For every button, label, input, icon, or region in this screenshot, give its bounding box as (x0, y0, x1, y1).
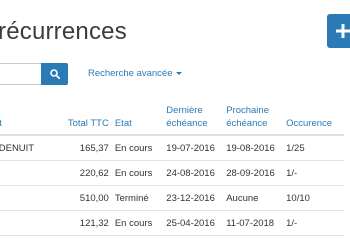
page-title: récurrences (0, 18, 127, 45)
table-header-row: ot Total TTC Etat Dernièreéchéance Proch… (0, 104, 344, 136)
row-derniere: 24-08-2016 (166, 160, 227, 186)
col-header-etat[interactable]: Etat (114, 104, 167, 136)
row-total: 510,00 (67, 185, 115, 211)
plus-icon (336, 24, 350, 38)
advanced-search-toggle[interactable]: Recherche avancée (88, 68, 182, 79)
row-etat: En cours (114, 135, 167, 161)
row-derniere: 23-12-2016 (166, 185, 227, 211)
table-row: JDENUIT 165,37 En cours 19-07-2016 19-08… (0, 135, 344, 161)
row-derniere: 25-04-2016 (166, 210, 227, 236)
recurrences-table: ot Total TTC Etat Dernièreéchéance Proch… (0, 104, 344, 236)
row-occurrences: 1/25 (286, 135, 344, 161)
row-total: 121,32 (67, 210, 115, 236)
row-object-link[interactable]: x (0, 210, 68, 236)
col-header-total[interactable]: Total TTC (67, 104, 115, 136)
search-input[interactable] (0, 63, 41, 85)
row-total: 165,37 (67, 135, 115, 161)
row-prochaine: 19-08-2016 (226, 135, 287, 161)
row-object-link[interactable]: l (0, 185, 68, 211)
col-header-object[interactable]: ot (0, 104, 68, 136)
advanced-search-label: Recherche avancée (88, 68, 173, 79)
add-button[interactable] (327, 14, 350, 48)
search-icon (49, 69, 60, 79)
row-prochaine: 11-07-2018 (226, 210, 287, 236)
row-etat: En cours (114, 160, 167, 186)
table-row: l 510,00 Terminé 23-12-2016 Aucune 10/10 (0, 185, 344, 211)
row-derniere: 19-07-2016 (166, 135, 227, 161)
row-prochaine: 28-09-2016 (226, 160, 287, 186)
col-header-derniere-echeance[interactable]: Dernière échéance (166, 104, 227, 136)
row-etat: Terminé (114, 185, 167, 211)
col-header-prochaine-echeance[interactable]: Prochaine échéance (226, 104, 287, 136)
row-occurrences: 1/- (286, 160, 344, 186)
col-header-occurrences[interactable]: Occurence (286, 104, 344, 136)
table-row: x 220,62 En cours 24-08-2016 28-09-2016 … (0, 160, 344, 186)
table-row: x 121,32 En cours 25-04-2016 11-07-2018 … (0, 210, 344, 236)
row-prochaine: Aucune (226, 185, 287, 211)
row-total: 220,62 (67, 160, 115, 186)
search-button[interactable] (41, 63, 68, 85)
row-etat: En cours (114, 210, 167, 236)
row-object-link[interactable]: x (0, 160, 68, 186)
row-occurrences: 1/- (286, 210, 344, 236)
row-occurrences: 10/10 (286, 185, 344, 211)
caret-down-icon (175, 71, 182, 75)
row-object-link[interactable]: JDENUIT (0, 135, 68, 161)
